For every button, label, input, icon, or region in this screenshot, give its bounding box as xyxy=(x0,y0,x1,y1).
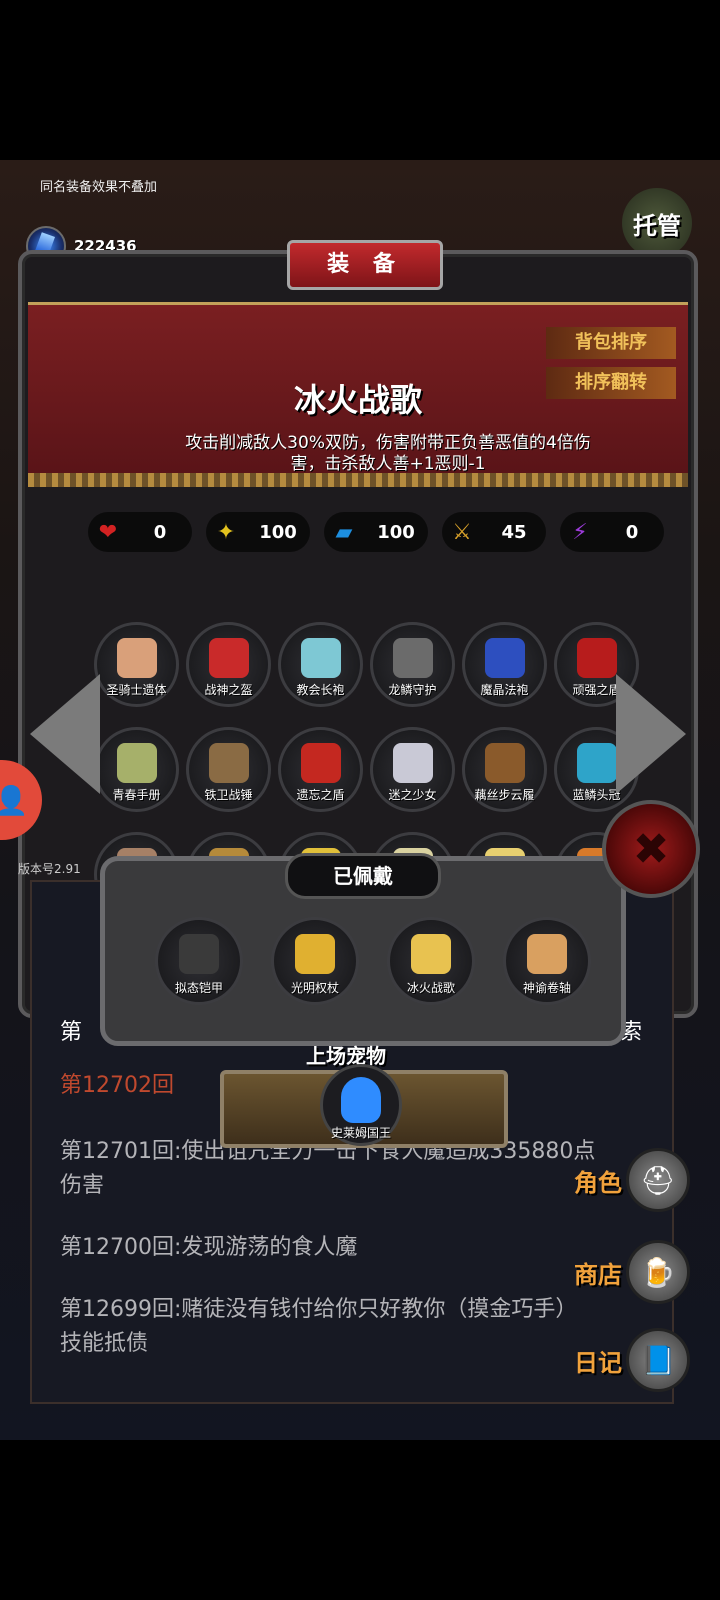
pet-title: 上场宠物 xyxy=(306,1044,386,1068)
stat-bar: ❤ 0 ✦ 100 ▰ 100 ⚔ 45 ⚡ 0 xyxy=(88,512,664,552)
inventory-item[interactable]: 教会长袍 xyxy=(278,622,363,707)
equipped-item[interactable]: 冰火战歌 xyxy=(387,917,475,1005)
item-icon xyxy=(527,934,567,974)
item-icon xyxy=(208,637,249,678)
helmet-icon: ⛑ xyxy=(626,1148,690,1212)
version-label: 版本号2.91 xyxy=(18,862,81,876)
inventory-item[interactable]: 龙鳞守护 xyxy=(370,622,455,707)
pet-name: 史莱姆国王 xyxy=(330,1126,391,1140)
active-pet[interactable]: 史莱姆国王 xyxy=(320,1064,402,1146)
shop-button[interactable]: 商店 🍺 xyxy=(574,1240,690,1304)
sword-icon: ⚔ xyxy=(452,519,472,545)
lightning-icon: ⚡ xyxy=(572,519,588,545)
stat-pill: ✦ 100 xyxy=(206,512,310,552)
strength-icon: ✦ xyxy=(216,519,236,545)
item-icon xyxy=(411,934,451,974)
log-line: 第12700回:发现游荡的食人魔 xyxy=(60,1235,358,1260)
stat-value: 0 xyxy=(153,521,167,543)
diary-label: 日记 xyxy=(574,1348,622,1377)
pet-zone: 上场宠物 史莱姆国王 xyxy=(180,1040,540,1160)
item-label: 冰火战歌 xyxy=(406,981,455,995)
item-label: 藕丝步云履 xyxy=(474,788,535,802)
bag-sort-button[interactable]: 背包排序 xyxy=(546,327,676,359)
close-button[interactable]: ✖ xyxy=(602,800,700,898)
next-page-arrow[interactable] xyxy=(616,674,686,794)
item-icon xyxy=(179,934,219,974)
item-label: 光明权杖 xyxy=(290,981,339,995)
item-icon xyxy=(392,637,433,678)
item-icon xyxy=(116,742,157,783)
item-label: 迷之少女 xyxy=(388,788,437,802)
item-icon xyxy=(484,742,525,783)
item-icon xyxy=(295,934,335,974)
item-label: 神谕卷轴 xyxy=(522,981,571,995)
sort-reverse-button[interactable]: 排序翻转 xyxy=(546,367,676,399)
inventory-item[interactable]: 魔晶法袍 xyxy=(462,622,547,707)
stat-value: 0 xyxy=(625,521,639,543)
auto-play-button[interactable]: 托管 xyxy=(622,188,692,258)
log-edge-left: 第 xyxy=(60,1020,83,1045)
set-banner: 冰火战歌 攻击削减敌人30%双防，伤害附带正负善恶值的4倍伤害，击杀敌人善+1恶… xyxy=(28,302,688,487)
beer-mug-icon: 🍺 xyxy=(626,1240,690,1304)
close-icon: ✖ xyxy=(632,823,670,875)
inventory-item[interactable]: 藕丝步云履 xyxy=(462,727,547,812)
stat-pill: ⚔ 45 xyxy=(442,512,546,552)
equipped-item[interactable]: 拟态铠甲 xyxy=(155,917,243,1005)
stat-pill: ⚡ 0 xyxy=(560,512,664,552)
inventory-item[interactable]: 迷之少女 xyxy=(370,727,455,812)
shop-label: 商店 xyxy=(574,1260,622,1289)
equipped-header: 已佩戴 xyxy=(285,853,441,899)
item-icon xyxy=(300,637,341,678)
item-icon xyxy=(576,742,617,783)
equipped-item[interactable]: 光明权杖 xyxy=(271,917,359,1005)
slime-icon xyxy=(341,1077,381,1123)
item-icon xyxy=(576,637,617,678)
item-icon xyxy=(484,637,525,678)
prev-page-arrow[interactable] xyxy=(30,674,100,794)
inventory-item[interactable]: 圣骑士遗体 xyxy=(94,622,179,707)
log-line: 第12699回:赌徒没有钱付给你只好教你（摸金巧手） xyxy=(60,1297,578,1322)
item-label: 龙鳞守护 xyxy=(388,683,437,697)
equip-note: 同名装备效果不叠加 xyxy=(40,180,158,195)
inventory-item[interactable]: 青春手册 xyxy=(94,727,179,812)
panel-title: 装 备 xyxy=(287,240,443,290)
role-button[interactable]: 角色 ⛑ xyxy=(574,1148,690,1212)
log-line: 第12702回 xyxy=(60,1073,174,1098)
item-icon xyxy=(208,742,249,783)
item-label: 教会长袍 xyxy=(296,683,345,697)
stat-value: 100 xyxy=(377,521,415,543)
log-line: 技能抵债 xyxy=(60,1331,149,1356)
game-screen: 同名装备效果不叠加 222436 托管 冰火战歌 攻击削减敌人30%双防，伤害附… xyxy=(0,160,720,1440)
item-label: 战神之盔 xyxy=(204,683,253,697)
log-line: 伤害 xyxy=(60,1173,105,1198)
diary-button[interactable]: 日记 📘 xyxy=(574,1328,690,1392)
item-label: 遗忘之盾 xyxy=(296,788,345,802)
user-icon: 👤 xyxy=(0,783,29,817)
set-description: 攻击削减敌人30%双防，伤害附带正负善恶值的4倍伤害，击杀敌人善+1恶则-1 xyxy=(185,433,591,474)
heart-icon: ❤ xyxy=(98,519,118,545)
inventory-item[interactable]: 铁卫战锤 xyxy=(186,727,271,812)
inventory-item[interactable]: 遗忘之盾 xyxy=(278,727,363,812)
item-label: 拟态铠甲 xyxy=(174,981,223,995)
stat-pill: ❤ 0 xyxy=(88,512,192,552)
item-icon xyxy=(116,637,157,678)
stat-value: 45 xyxy=(501,521,527,543)
item-label: 青春手册 xyxy=(112,788,161,802)
equipped-item[interactable]: 神谕卷轴 xyxy=(503,917,591,1005)
item-icon xyxy=(300,742,341,783)
equipped-panel: 已佩戴 拟态铠甲 光明权杖 冰火战歌 神谕卷轴 xyxy=(100,853,626,1046)
item-label: 铁卫战锤 xyxy=(204,788,253,802)
stat-pill: ▰ 100 xyxy=(324,512,428,552)
item-label: 魔晶法袍 xyxy=(480,683,529,697)
boot-icon: ▰ xyxy=(335,519,353,545)
item-label: 圣骑士遗体 xyxy=(106,683,167,697)
equipped-items: 拟态铠甲 光明权杖 冰火战歌 神谕卷轴 xyxy=(155,917,591,1005)
book-icon: 📘 xyxy=(626,1328,690,1392)
inventory-item[interactable]: 战神之盔 xyxy=(186,622,271,707)
item-icon xyxy=(392,742,433,783)
role-label: 角色 xyxy=(574,1168,622,1197)
stat-value: 100 xyxy=(259,521,297,543)
